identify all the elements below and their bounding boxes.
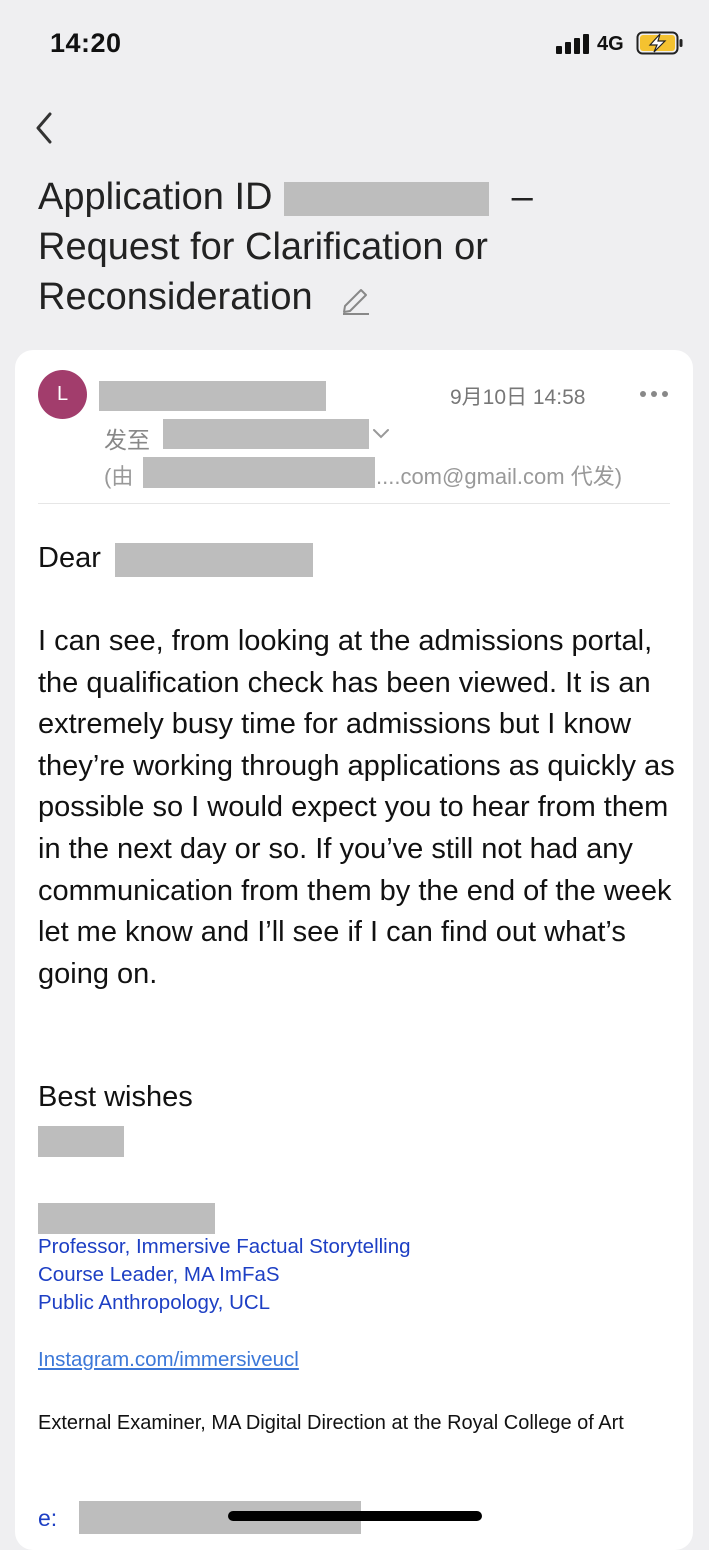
signature-title: Professor, Immersive Factual Storytellin…: [38, 1235, 411, 1258]
email-subject: Application ID – Request for Clarificati…: [38, 172, 678, 322]
sent-via-open: (由: [104, 464, 134, 489]
chevron-down-icon[interactable]: [372, 427, 390, 441]
greeting: Dear: [38, 542, 101, 574]
redacted-sender-address: [143, 457, 375, 488]
redacted-full-name: [38, 1203, 215, 1234]
signature-course: Course Leader, MA ImFaS: [38, 1263, 280, 1286]
closing: Best wishes: [38, 1081, 193, 1113]
more-options-icon[interactable]: [638, 384, 670, 404]
to-label: 发至: [104, 427, 150, 453]
subject-rest: Request for Clarification or Reconsidera…: [38, 226, 488, 318]
subject-prefix: Application ID: [38, 176, 273, 218]
instagram-link[interactable]: Instagram.com/immersiveucl: [38, 1348, 299, 1372]
header-divider: [38, 503, 670, 504]
status-bar: 14:20 4G: [0, 0, 709, 88]
redacted-sender-name[interactable]: [99, 381, 326, 411]
email-label: e:: [38, 1505, 58, 1531]
message-date: 9月10日 14:58: [450, 386, 586, 409]
sent-via-address: ....com@gmail.com 代发): [376, 464, 623, 489]
external-examiner-note: External Examiner, MA Digital Direction …: [38, 1412, 624, 1434]
signature-department: Public Anthropology, UCL: [38, 1291, 271, 1314]
redacted-signature-name: [38, 1126, 124, 1157]
edit-subject-icon[interactable]: [339, 282, 373, 316]
redacted-recipient-name: [115, 543, 313, 577]
subject-dash: –: [511, 176, 533, 218]
signal-icon: [556, 34, 590, 54]
redacted-application-id: [284, 181, 490, 216]
back-button[interactable]: [30, 108, 60, 148]
message-body: I can see, from looking at the admission…: [38, 625, 675, 990]
home-indicator[interactable]: [228, 1511, 482, 1521]
status-time: 14:20: [50, 28, 122, 58]
network-type: 4G: [597, 33, 624, 55]
battery-charging-icon: [636, 31, 683, 55]
sender-avatar[interactable]: L: [38, 370, 87, 419]
redacted-recipient: [163, 419, 369, 449]
